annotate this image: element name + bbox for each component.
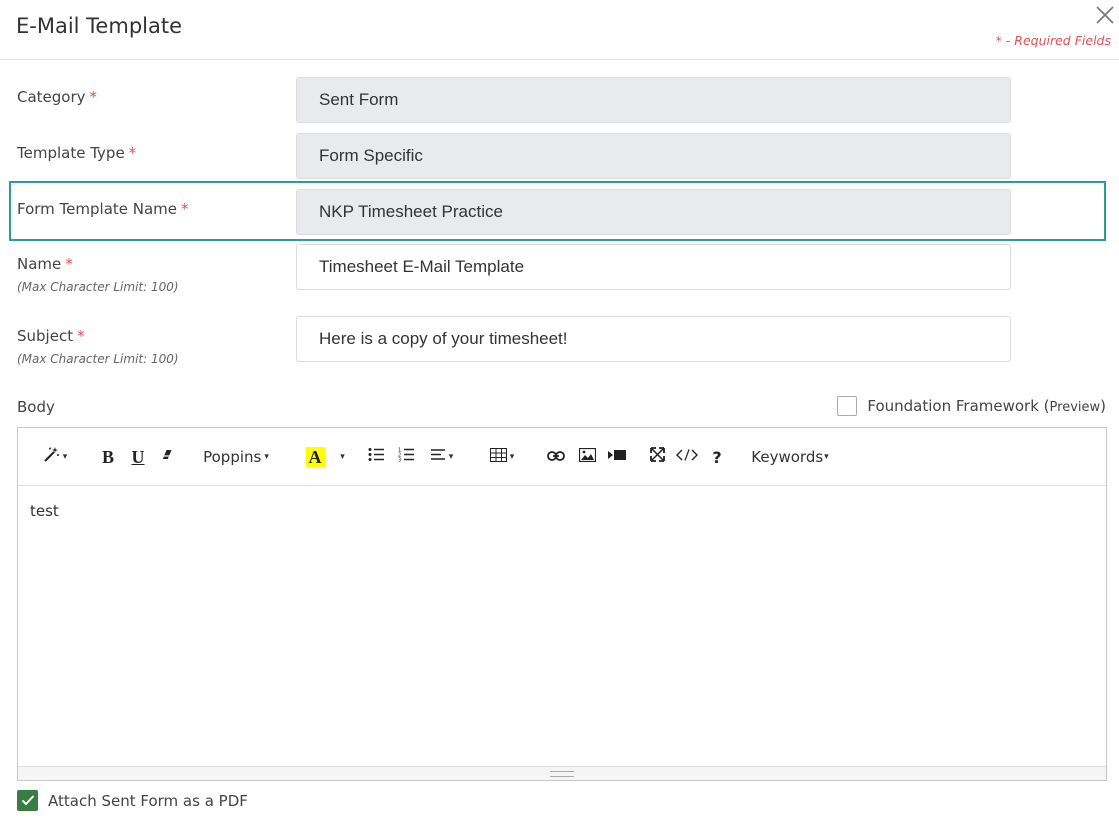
code-view-button[interactable] — [675, 444, 699, 470]
chevron-down-icon: ▾ — [824, 452, 829, 462]
help-icon: ? — [712, 447, 722, 467]
image-icon — [578, 447, 596, 467]
magic-wand-icon — [43, 446, 60, 468]
subject-label: Subject * — [17, 327, 85, 345]
subject-char-limit: (Max Character Limit: 100) — [17, 352, 179, 366]
foundation-framework-option: Foundation Framework (Preview) — [837, 396, 1106, 416]
chevron-down-icon: ▾ — [509, 452, 515, 462]
checkmark-icon — [21, 791, 35, 810]
name-input[interactable]: Timesheet E-Mail Template — [296, 244, 1011, 290]
bold-button[interactable]: B — [98, 444, 118, 470]
dialog-title: E-Mail Template — [16, 14, 183, 38]
text-color-icon: A — [305, 447, 325, 467]
image-button[interactable] — [576, 444, 598, 470]
link-button[interactable] — [545, 444, 567, 470]
code-icon — [676, 448, 698, 466]
attach-pdf-option: Attach Sent Form as a PDF — [17, 790, 248, 811]
numbered-list-icon: 123 — [398, 447, 415, 467]
link-icon — [547, 448, 565, 466]
fullscreen-icon — [649, 447, 665, 467]
bullet-list-icon — [368, 447, 385, 467]
video-icon — [608, 448, 626, 466]
numbered-list-button[interactable]: 123 — [395, 444, 417, 470]
form-template-name-label-text: Form Template Name — [17, 200, 178, 218]
form-template-name-label: Form Template Name * — [17, 200, 189, 218]
template-type-field[interactable]: Form Specific — [296, 133, 1011, 179]
required-star: * — [181, 200, 189, 218]
font-family-value: Poppins — [203, 448, 262, 466]
category-label: Category * — [17, 88, 97, 106]
required-fields-note: * - Required Fields — [995, 33, 1111, 48]
name-char-limit: (Max Character Limit: 100) — [17, 280, 179, 294]
editor-content[interactable]: test — [30, 502, 59, 520]
keywords-label: Keywords — [751, 448, 824, 466]
eraser-icon — [161, 447, 176, 467]
align-dropdown[interactable]: ▾ — [426, 444, 458, 470]
required-star: * — [89, 88, 98, 106]
svg-text:3: 3 — [398, 458, 401, 463]
foundation-framework-text: Foundation Framework ( — [867, 397, 1050, 415]
bullet-list-button[interactable] — [365, 444, 387, 470]
resize-grip-icon — [550, 771, 574, 777]
subject-input[interactable]: Here is a copy of your timesheet! — [296, 316, 1011, 362]
category-label-text: Category — [17, 88, 86, 106]
required-star: * — [77, 327, 85, 345]
clear-format-button[interactable] — [158, 444, 178, 470]
text-color-dropdown[interactable]: ▾ — [334, 444, 348, 470]
body-editor: ▾ B U Poppins ▾ A ▾ 123 ▾ ▾ ? Keywords ▾… — [17, 427, 1107, 781]
magic-wand-button[interactable]: ▾ — [38, 444, 72, 470]
required-star: * — [65, 255, 73, 273]
body-label: Body — [17, 398, 55, 416]
editor-resize-bar[interactable] — [18, 766, 1106, 780]
attach-pdf-label: Attach Sent Form as a PDF — [48, 791, 248, 810]
foundation-close-paren: ) — [1100, 397, 1106, 415]
table-dropdown[interactable]: ▾ — [485, 444, 519, 470]
chevron-down-icon: ▾ — [62, 452, 68, 462]
attach-pdf-checkbox[interactable] — [17, 790, 38, 811]
help-button[interactable]: ? — [706, 444, 728, 470]
foundation-preview-text: Preview — [1049, 400, 1101, 415]
fullscreen-button[interactable] — [646, 444, 668, 470]
subject-label-text: Subject — [17, 327, 74, 345]
close-icon[interactable] — [1094, 4, 1116, 26]
template-type-label: Template Type * — [17, 144, 136, 162]
chevron-down-icon: ▾ — [448, 452, 454, 462]
form-template-name-field[interactable]: NKP Timesheet Practice — [296, 189, 1011, 235]
text-color-button[interactable]: A — [304, 444, 326, 470]
editor-toolbar: ▾ B U Poppins ▾ A ▾ 123 ▾ ▾ ? Keywords ▾ — [18, 428, 1106, 486]
chevron-down-icon: ▾ — [340, 452, 345, 462]
keywords-dropdown[interactable]: Keywords ▾ — [744, 444, 836, 470]
name-label-text: Name — [17, 255, 62, 273]
video-button[interactable] — [606, 444, 628, 470]
foundation-framework-label: Foundation Framework (Preview) — [867, 397, 1106, 415]
category-field[interactable]: Sent Form — [296, 77, 1011, 123]
template-type-label-text: Template Type — [17, 144, 125, 162]
required-star: * — [128, 144, 137, 162]
underline-button[interactable]: U — [128, 444, 148, 470]
font-family-dropdown[interactable]: Poppins ▾ — [196, 444, 276, 470]
table-icon — [489, 447, 507, 467]
name-label: Name * — [17, 255, 73, 273]
dialog-header: E-Mail Template * - Required Fields — [0, 0, 1119, 60]
chevron-down-icon: ▾ — [264, 452, 269, 462]
align-left-icon — [430, 448, 446, 466]
foundation-framework-checkbox[interactable] — [837, 396, 858, 416]
